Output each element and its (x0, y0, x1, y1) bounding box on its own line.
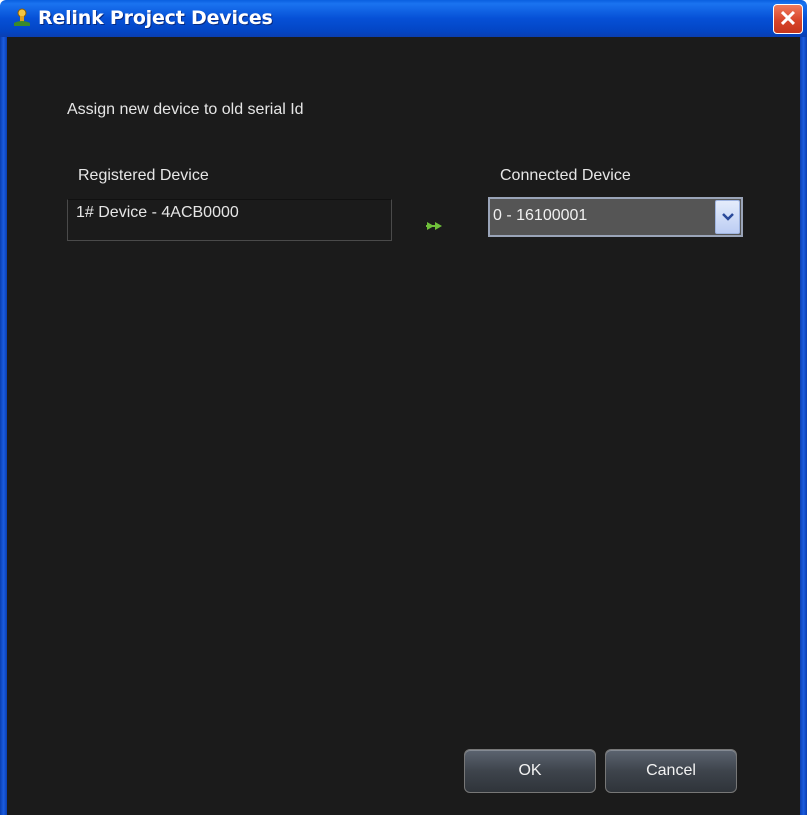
registered-device-label: Registered Device (78, 167, 209, 184)
title-bar[interactable]: Relink Project Devices ✕ (0, 0, 807, 37)
dialog-body: Assign new device to old serial Id Regis… (7, 37, 800, 815)
app-icon (14, 8, 30, 26)
window-title: Relink Project Devices (38, 7, 273, 29)
close-button[interactable]: ✕ (773, 4, 803, 34)
dropdown-button[interactable] (715, 200, 740, 234)
chevron-down-icon (722, 213, 734, 221)
instruction-text: Assign new device to old serial Id (67, 101, 304, 118)
registered-device-field: 1# Device - 4ACB0000 (67, 199, 392, 241)
double-arrow-right-icon (426, 222, 442, 230)
close-icon: ✕ (778, 6, 798, 31)
dialog-window: Relink Project Devices ✕ Assign new devi… (0, 0, 807, 815)
connected-device-value: 0 - 16100001 (493, 207, 588, 224)
connected-device-select[interactable]: 0 - 16100001 (488, 197, 743, 237)
connected-device-label: Connected Device (500, 167, 631, 184)
registered-device-value: 1# Device - 4ACB0000 (76, 204, 239, 221)
cancel-button[interactable]: Cancel (605, 749, 737, 793)
window-frame-left (0, 37, 7, 815)
ok-button[interactable]: OK (464, 749, 596, 793)
window-frame-right (800, 37, 807, 815)
